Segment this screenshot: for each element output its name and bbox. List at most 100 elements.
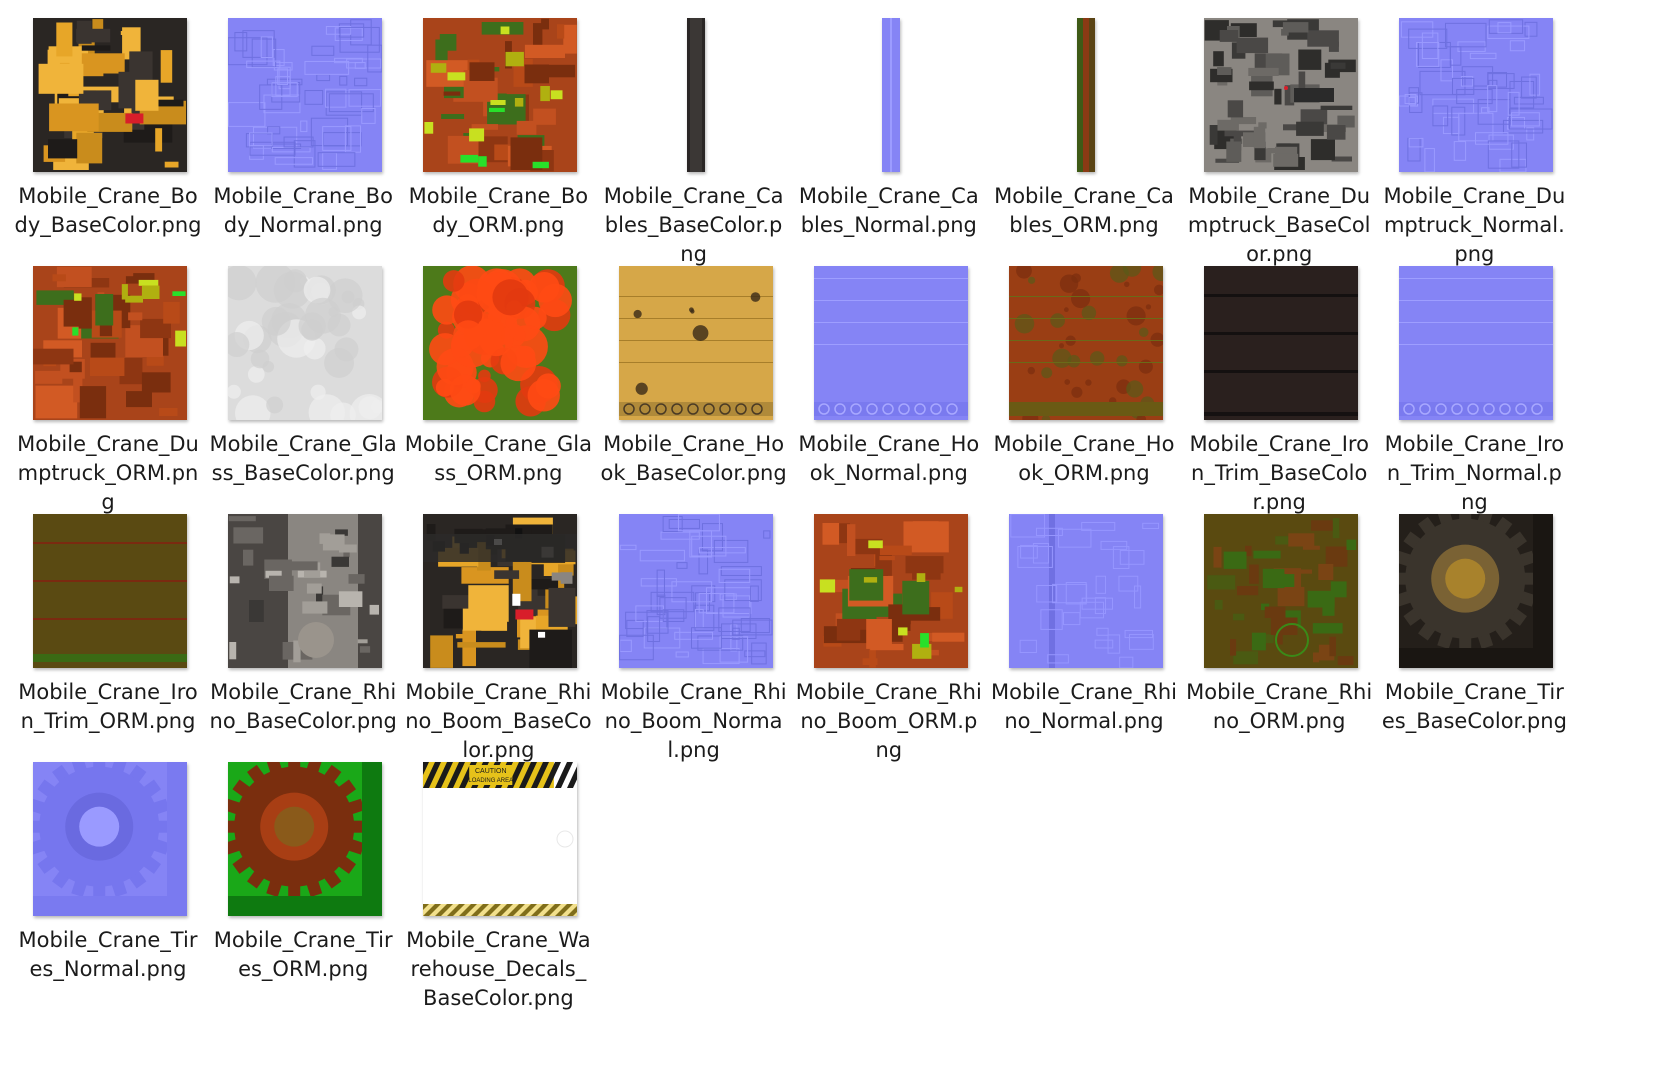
file-thumbnail: [228, 762, 383, 916]
texture-preview-image: [33, 18, 187, 172]
file-item[interactable]: Mobile_Crane_Rhino_Boom_Normal.png: [590, 496, 798, 762]
file-thumbnail: [1204, 18, 1359, 172]
file-thumbnail: [33, 18, 187, 172]
file-item[interactable]: Mobile_Crane_Hook_Normal.png: [785, 248, 993, 508]
texture-preview-image: [423, 266, 578, 420]
texture-preview-image: [618, 514, 773, 668]
texture-preview-image: [1077, 18, 1095, 172]
file-item[interactable]: Mobile_Crane_Rhino_BaseColor.png: [199, 496, 407, 756]
file-item[interactable]: Mobile_Crane_Tires_ORM.png: [199, 744, 407, 1004]
texture-preview-image: [813, 514, 968, 668]
file-item[interactable]: Mobile_Crane_Iron_Trim_BaseColor.png: [1175, 248, 1383, 514]
texture-preview-image: CAUTION LOADING AREA: [423, 762, 578, 916]
texture-preview-image: [881, 18, 900, 172]
texture-preview-image: [1009, 266, 1163, 420]
file-item[interactable]: Mobile_Crane_Body_Normal.png: [199, 0, 407, 260]
texture-preview-image: [1399, 18, 1554, 172]
file-name-label: Mobile_Crane_Rhino_BaseColor.png: [209, 680, 397, 733]
file-item[interactable]: Mobile_Crane_Body_BaseColor.png: [4, 0, 212, 260]
texture-preview-image: [423, 18, 578, 172]
file-name-label: Mobile_Crane_Hook_ORM.png: [993, 432, 1175, 485]
file-item[interactable]: Mobile_Crane_Body_ORM.png: [394, 0, 602, 260]
file-name-label: Mobile_Crane_Body_BaseColor.png: [14, 184, 202, 237]
file-thumbnail: [618, 266, 773, 420]
file-item[interactable]: Mobile_Crane_Iron_Trim_ORM.png: [4, 496, 212, 756]
decal-text-loading-area: LOADING AREA: [469, 778, 514, 784]
file-name-label: Mobile_Crane_Tires_ORM.png: [213, 928, 393, 981]
file-thumbnail: [1009, 514, 1163, 668]
file-thumbnail: CAUTION LOADING AREA: [423, 762, 578, 916]
file-thumbnail: [423, 18, 578, 172]
texture-preview-image: [33, 762, 187, 916]
texture-preview-image: [686, 18, 705, 172]
file-item[interactable]: Mobile_Crane_Glass_BaseColor.png: [199, 248, 407, 508]
file-name-label: Mobile_Crane_Body_Normal.png: [213, 184, 393, 237]
file-name-label: Mobile_Crane_Rhino_ORM.png: [1186, 680, 1373, 733]
texture-preview-image: [813, 266, 968, 420]
file-thumbnail: [228, 266, 383, 420]
file-item[interactable]: CAUTION LOADING AREA Mobile_Crane_Warehous…: [394, 744, 602, 1010]
file-thumbnail: [228, 514, 383, 668]
file-name-label: Mobile_Crane_Cables_Normal.png: [798, 184, 979, 237]
texture-preview-image: [1204, 514, 1359, 668]
file-name-label: Mobile_Crane_Cables_ORM.png: [994, 184, 1174, 237]
file-thumbnail: [1399, 18, 1554, 172]
file-grid: Mobile_Crane_Body_BaseColor.png Mobile_Cr…: [0, 0, 1678, 1080]
file-item[interactable]: Mobile_Crane_Dumptruck_BaseColor.png: [1175, 0, 1383, 266]
texture-preview-image: [1204, 266, 1359, 420]
file-thumbnail: [813, 514, 968, 668]
file-name-label: Mobile_Crane_Iron_Trim_ORM.png: [18, 680, 198, 733]
texture-preview-image: [1009, 514, 1163, 668]
file-thumbnail: [1399, 514, 1554, 668]
texture-preview-image: [1204, 18, 1359, 172]
file-item[interactable]: Mobile_Crane_Tires_BaseColor.png: [1370, 496, 1578, 756]
file-name-label: Mobile_Crane_Glass_ORM.png: [404, 432, 593, 485]
file-item[interactable]: Mobile_Crane_Iron_Trim_Normal.png: [1370, 248, 1578, 514]
file-thumbnail: [618, 514, 773, 668]
file-thumbnail: [33, 762, 187, 916]
file-name-label: Mobile_Crane_Rhino_Boom_Normal.png: [600, 680, 787, 762]
file-name-label: Mobile_Crane_Hook_Normal.png: [798, 432, 980, 485]
file-thumbnail: [881, 18, 900, 172]
file-name-label: Mobile_Crane_Glass_BaseColor.png: [209, 432, 397, 485]
file-thumbnail: [1009, 266, 1163, 420]
file-thumbnail: [228, 18, 383, 172]
file-item[interactable]: Mobile_Crane_Rhino_Boom_ORM.png: [785, 496, 993, 762]
file-thumbnail: [813, 266, 968, 420]
file-item[interactable]: Mobile_Crane_Hook_ORM.png: [980, 248, 1188, 508]
file-thumbnail: [1399, 266, 1554, 420]
texture-preview-image: [228, 514, 383, 668]
file-thumbnail: [33, 514, 187, 668]
file-item[interactable]: Mobile_Crane_Rhino_Boom_BaseColor.png: [394, 496, 602, 762]
file-thumbnail: [1204, 266, 1359, 420]
file-item[interactable]: Mobile_Crane_Cables_Normal.png: [785, 0, 993, 260]
file-name-label: Mobile_Crane_Tires_BaseColor.png: [1381, 680, 1567, 733]
texture-preview-image: [228, 762, 383, 916]
file-thumbnail: [423, 266, 578, 420]
decal-text-caution: CAUTION: [475, 768, 507, 775]
texture-preview-image: [618, 266, 773, 420]
file-thumbnail: [1077, 18, 1095, 172]
texture-preview-image: [33, 266, 187, 420]
file-thumbnail: [423, 514, 578, 668]
file-thumbnail: [686, 18, 705, 172]
file-item[interactable]: Mobile_Crane_Cables_BaseColor.png: [590, 0, 798, 266]
texture-preview-image: [423, 514, 578, 668]
file-item[interactable]: Mobile_Crane_Rhino_Normal.png: [980, 496, 1188, 756]
file-name-label: Mobile_Crane_Tires_Normal.png: [18, 928, 198, 981]
texture-preview-image: [228, 18, 383, 172]
texture-preview-image: [228, 266, 383, 420]
file-item[interactable]: Mobile_Crane_Cables_ORM.png: [980, 0, 1188, 260]
file-item[interactable]: Mobile_Crane_Glass_ORM.png: [394, 248, 602, 508]
file-item[interactable]: Mobile_Crane_Tires_Normal.png: [4, 744, 212, 1004]
file-name-label: Mobile_Crane_Hook_BaseColor.png: [600, 432, 787, 485]
texture-preview-image: [33, 514, 187, 668]
file-name-label: Mobile_Crane_Rhino_Normal.png: [990, 680, 1178, 733]
file-name-label: Mobile_Crane_Body_ORM.png: [408, 184, 589, 237]
file-item[interactable]: Mobile_Crane_Hook_BaseColor.png: [590, 248, 798, 508]
file-item[interactable]: Mobile_Crane_Rhino_ORM.png: [1175, 496, 1383, 756]
file-item[interactable]: Mobile_Crane_Dumptruck_Normal.png: [1370, 0, 1578, 266]
file-name-label: Mobile_Crane_Warehouse_Decals_BaseColor.…: [406, 928, 591, 1010]
file-item[interactable]: Mobile_Crane_Dumptruck_ORM.png: [4, 248, 212, 514]
file-thumbnail: [33, 266, 187, 420]
